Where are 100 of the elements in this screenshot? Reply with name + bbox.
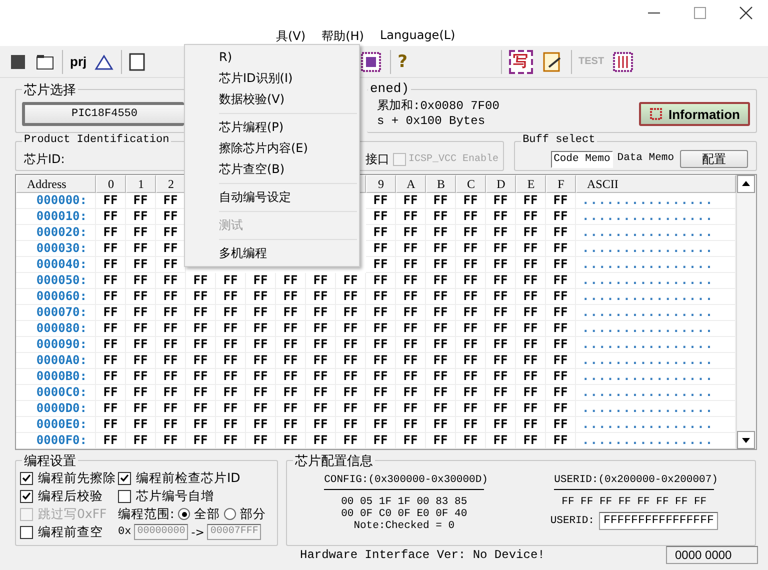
byte-cell: FF xyxy=(396,401,426,417)
byte-cell: FF xyxy=(396,337,426,353)
byte-cell: FF xyxy=(546,209,576,225)
byte-cell: FF xyxy=(96,353,126,369)
menu-item[interactable]: 自动编号设定 xyxy=(185,187,359,208)
byte-cell: FF xyxy=(426,353,456,369)
byte-cell: FF xyxy=(246,369,276,385)
ascii-cell: ................ xyxy=(576,305,736,321)
tab[interactable]: Data Memo xyxy=(615,151,676,168)
byte-cell: FF xyxy=(96,289,126,305)
close-icon[interactable] xyxy=(738,5,754,21)
menu-item[interactable]: 帮助(H) xyxy=(314,26,372,46)
byte-cell: FF xyxy=(156,273,186,289)
byte-cell: FF xyxy=(456,401,486,417)
byte-cell: FF xyxy=(186,353,216,369)
byte-cell: FF xyxy=(366,337,396,353)
byte-cell: FF xyxy=(486,385,516,401)
byte-cell: FF xyxy=(246,337,276,353)
menu-item[interactable]: 数据校验(V) xyxy=(185,89,359,110)
byte-cell: FF xyxy=(456,193,486,209)
byte-cell: FF xyxy=(96,321,126,337)
interface-label: 接口 xyxy=(366,150,390,168)
tab[interactable]: Code Memo xyxy=(550,151,614,168)
ascii-cell: ................ xyxy=(576,273,736,289)
scroll-up-icon[interactable] xyxy=(737,175,755,193)
menu-item[interactable]: 具(V) xyxy=(268,26,314,46)
column-header: 1 xyxy=(126,175,156,193)
byte-cell: FF xyxy=(96,193,126,209)
menu-item[interactable]: Language(L) xyxy=(372,26,464,46)
ascii-cell: ................ xyxy=(576,433,736,449)
checkmark-icon xyxy=(120,474,129,482)
checkbox[interactable] xyxy=(118,490,131,502)
size-text: s + 0x100 Bytes xyxy=(377,114,486,129)
byte-cell: FF xyxy=(306,305,336,321)
address-cell: 000070: xyxy=(16,305,96,321)
status-code: 0000 0000 xyxy=(666,546,758,564)
group-label: 芯片配置信息 xyxy=(293,452,375,470)
byte-cell: FF xyxy=(426,241,456,257)
byte-cell: FF xyxy=(336,401,366,417)
byte-cell: FF xyxy=(216,273,246,289)
byte-cell: FF xyxy=(366,209,396,225)
radio-button[interactable] xyxy=(178,508,190,520)
byte-cell: FF xyxy=(246,417,276,433)
byte-cell: FF xyxy=(246,401,276,417)
byte-cell: FF xyxy=(456,273,486,289)
byte-cell: FF xyxy=(336,305,366,321)
address-cell: 000030: xyxy=(16,241,96,257)
column-header: F xyxy=(546,175,576,193)
ascii-cell: ................ xyxy=(576,225,736,241)
byte-cell: FF xyxy=(126,289,156,305)
byte-cell: FF xyxy=(246,433,276,449)
byte-cell: FF xyxy=(156,433,186,449)
byte-cell: FF xyxy=(396,433,426,449)
byte-cell: FF xyxy=(366,289,396,305)
menu-item[interactable]: 多机编程 xyxy=(185,243,359,264)
byte-cell: FF xyxy=(96,257,126,273)
write-button[interactable]: 写 xyxy=(508,50,532,74)
checkbox[interactable] xyxy=(20,526,33,538)
checkbox-label: 跳过写0xFF xyxy=(38,506,107,522)
menu-item[interactable]: 芯片ID识别(I) xyxy=(185,68,359,89)
byte-cell: FF xyxy=(516,225,546,241)
byte-cell: FF xyxy=(276,369,306,385)
project-button[interactable]: prj xyxy=(70,54,87,69)
byte-cell: FF xyxy=(246,305,276,321)
byte-cell: FF xyxy=(96,225,126,241)
menu-item[interactable]: R) xyxy=(185,47,359,68)
checkbox[interactable] xyxy=(20,490,33,502)
ascii-cell: ................ xyxy=(576,385,736,401)
userid-field[interactable]: FFFFFFFFFFFFFFFF xyxy=(599,512,718,530)
byte-cell: FF xyxy=(456,369,486,385)
byte-cell: FF xyxy=(396,289,426,305)
byte-cell: FF xyxy=(456,385,486,401)
byte-cell: FF xyxy=(186,385,216,401)
maximize-icon[interactable] xyxy=(692,5,708,21)
menu-item[interactable]: 芯片查空(B) xyxy=(185,159,359,180)
byte-cell: FF xyxy=(336,321,366,337)
byte-cell: FF xyxy=(486,321,516,337)
column-header: D xyxy=(486,175,516,193)
chip-button[interactable]: PIC18F4550 xyxy=(22,102,184,126)
menu-item[interactable]: 芯片编程(P) xyxy=(185,117,359,138)
ascii-cell: ................ xyxy=(576,369,736,385)
scroll-down-icon[interactable] xyxy=(737,431,755,449)
byte-cell: FF xyxy=(366,305,396,321)
address-cell: 000040: xyxy=(16,257,96,273)
information-button[interactable]: Information xyxy=(638,102,750,126)
byte-cell: FF xyxy=(546,433,576,449)
byte-cell: FF xyxy=(546,289,576,305)
byte-cell: FF xyxy=(156,321,186,337)
config-button[interactable]: 配置 xyxy=(680,150,748,168)
menu-item[interactable]: 擦除芯片内容(E) xyxy=(185,138,359,159)
radio-button[interactable] xyxy=(224,508,236,520)
byte-cell: FF xyxy=(486,401,516,417)
byte-cell: FF xyxy=(96,273,126,289)
checkbox[interactable] xyxy=(118,472,131,484)
help-button[interactable]: ? xyxy=(398,52,408,72)
byte-cell: FF xyxy=(396,417,426,433)
byte-cell: FF xyxy=(186,369,216,385)
checkbox[interactable] xyxy=(20,472,33,484)
byte-cell: FF xyxy=(486,209,516,225)
byte-cell: FF xyxy=(276,273,306,289)
